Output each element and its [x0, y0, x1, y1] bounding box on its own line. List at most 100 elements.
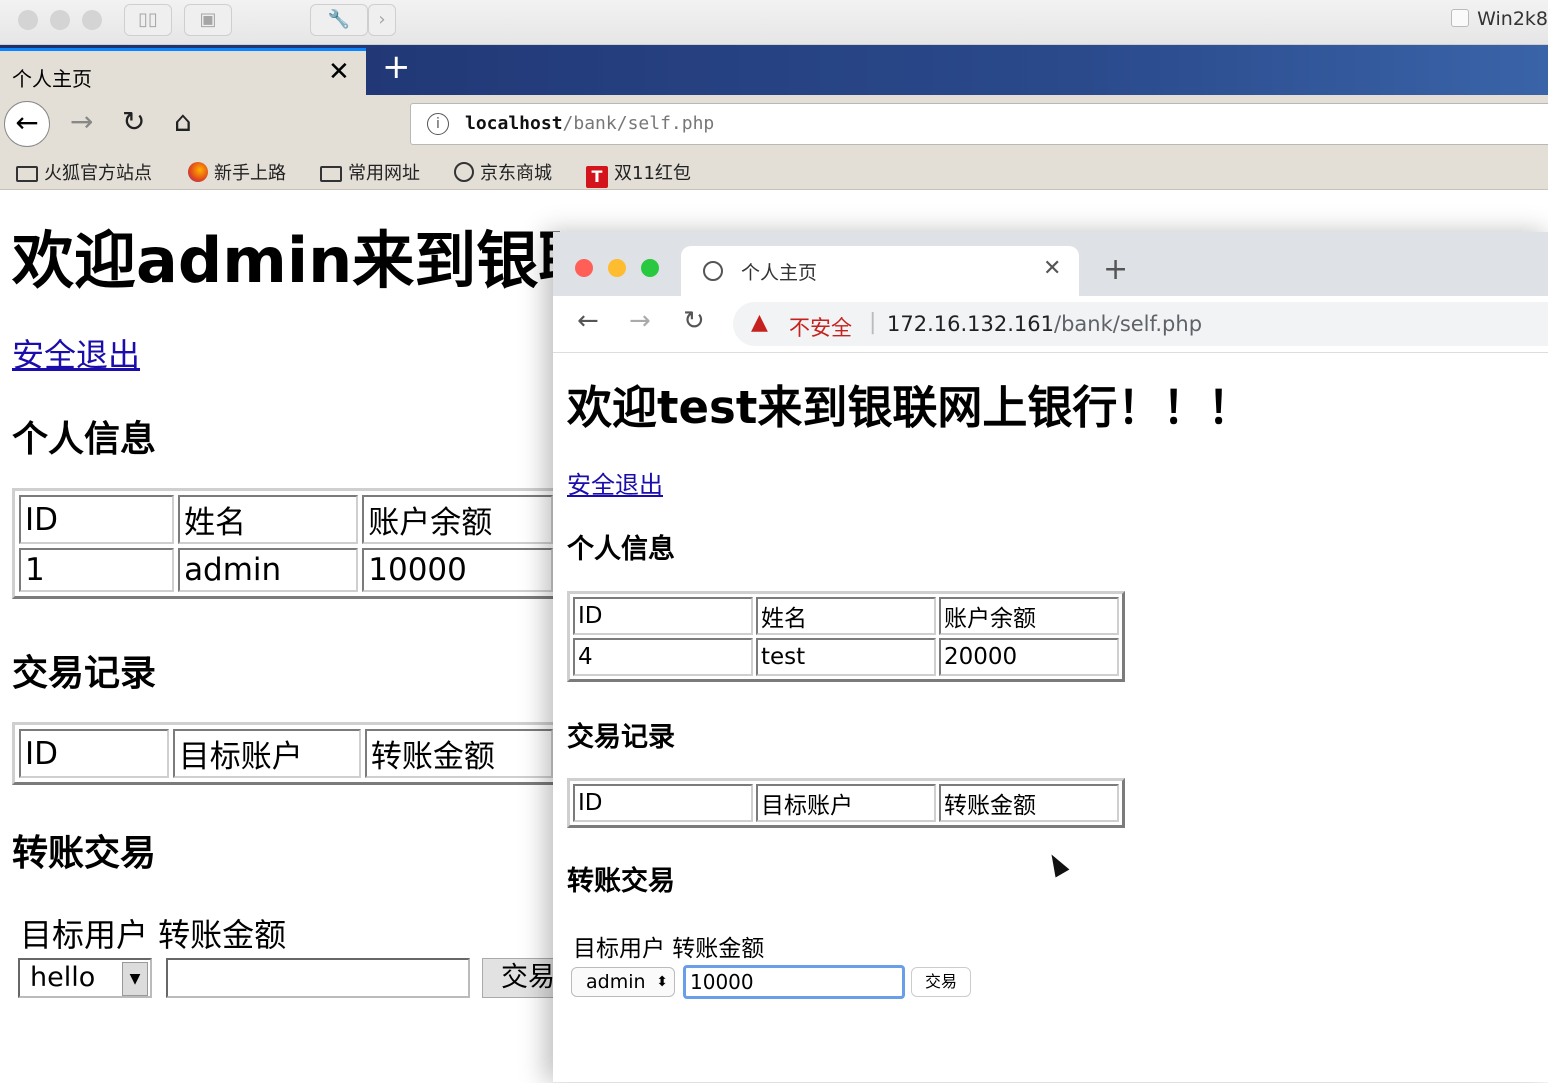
table-cell: 10000 [362, 548, 553, 592]
table-header-cell: ID [19, 495, 175, 544]
forward-button[interactable]: → [70, 105, 93, 138]
logout-link[interactable]: 安全退出 [12, 330, 140, 376]
firefox-tab-strip: 个人主页 ✕ + [0, 45, 1548, 95]
table-header-cell: ID [19, 729, 169, 778]
transactions-table: ID 目标账户 转账金额 [12, 722, 560, 785]
table-row: ID 目标账户 转账金额 [573, 784, 1119, 822]
section-heading-info: 个人信息 [12, 419, 157, 460]
chrome-nav-bar: ← → ↻ ▲ 不安全 | 172.16.132.161/bank/self.p… [553, 296, 1548, 353]
section-heading-transfer: 转账交易 [12, 833, 157, 874]
back-button[interactable]: ← [4, 101, 50, 147]
bookmark-label: 火狐官方站点 [44, 163, 152, 184]
table-row: ID 姓名 账户余额 [573, 597, 1119, 635]
chrome-window: 个人主页 ✕ + ← → ↻ ▲ 不安全 | 172.16.132.161/ba… [553, 232, 1548, 1082]
table-header-cell: 转账金额 [364, 729, 553, 778]
transactions-table: ID 目标账户 转账金额 [567, 778, 1125, 828]
new-tab-button[interactable]: + [382, 47, 411, 87]
table-cell: test [756, 638, 936, 676]
table-row: 1 admin 10000 [19, 548, 553, 592]
table-header-cell: 转账金额 [939, 784, 1119, 822]
firefox-icon [188, 162, 208, 182]
close-icon[interactable]: ✕ [1043, 256, 1061, 281]
table-row: 4 test 20000 [573, 638, 1119, 676]
table-header-cell: 姓名 [178, 495, 359, 544]
host-window-dot[interactable] [82, 10, 102, 30]
bookmark-label: 常用网址 [348, 163, 420, 184]
submit-button[interactable]: 交易 [911, 967, 971, 997]
vm-name: Win2k8 [1451, 8, 1548, 30]
forward-button[interactable]: → [629, 306, 651, 336]
bookmark-item[interactable]: T 双11红包 [586, 159, 691, 188]
wrench-icon[interactable]: 🔧 [310, 4, 368, 36]
amount-input[interactable]: 10000 [683, 965, 905, 999]
firefox-tab-title: 个人主页 [12, 67, 92, 91]
close-icon[interactable]: ✕ [328, 57, 350, 87]
close-window-button[interactable] [575, 259, 593, 277]
security-label[interactable]: 不安全 [789, 312, 852, 342]
tmall-icon: T [586, 166, 608, 188]
amount-input[interactable] [166, 958, 470, 998]
target-user-select[interactable]: hello ▼ [18, 958, 152, 998]
page-title: 欢迎test来到银联网上银行！！！ [567, 381, 1253, 434]
firefox-tab[interactable]: 个人主页 ✕ [0, 48, 366, 95]
chevron-updown-icon[interactable]: ⬍ [656, 968, 668, 996]
table-header-cell: ID [573, 784, 753, 822]
bookmark-label: 双11红包 [614, 163, 691, 184]
warning-icon[interactable]: ▲ [751, 310, 768, 335]
info-table: ID 姓名 账户余额 1 admin 10000 [12, 488, 560, 599]
snapshot-icon[interactable]: ▣ [184, 4, 232, 36]
bookmark-label: 京东商城 [480, 163, 552, 184]
page-title: 欢迎admin来到银联网上银行！！！ [12, 224, 560, 297]
info-icon[interactable]: i [427, 113, 449, 135]
host-window-dot[interactable] [50, 10, 70, 30]
table-cell: 4 [573, 638, 753, 676]
bookmark-item[interactable]: 常用网址 [320, 159, 420, 185]
host-toolbar: ▯▯ ▣ 🔧 › Win2k8 [0, 0, 1548, 45]
table-header-cell: 账户余额 [362, 495, 553, 544]
url-text[interactable]: localhost/bank/self.php [465, 113, 714, 134]
chrome-page: 欢迎test来到银联网上银行！！！ 安全退出 个人信息 ID 姓名 账户余额 4… [553, 353, 1548, 1083]
bookmark-item[interactable]: 京东商城 [454, 159, 552, 185]
mouse-cursor-icon [1044, 850, 1070, 878]
chrome-omnibox[interactable]: ▲ 不安全 | 172.16.132.161/bank/self.php [733, 302, 1548, 346]
chrome-tab[interactable]: 个人主页 ✕ [681, 246, 1079, 296]
bookmark-item[interactable]: 火狐官方站点 [16, 159, 152, 185]
target-user-select[interactable]: admin ⬍ [571, 967, 675, 997]
reload-button[interactable]: ↻ [683, 306, 705, 336]
section-heading-info: 个人信息 [567, 534, 675, 565]
maximize-window-button[interactable] [641, 259, 659, 277]
bookmarks-bar: 火狐官方站点 新手上路 常用网址 京东商城 T 双11红包 [0, 153, 1548, 190]
reload-button[interactable]: ↻ [122, 105, 145, 138]
folder-icon [320, 166, 342, 182]
bookmark-label: 新手上路 [214, 163, 286, 184]
home-button[interactable]: ⌂ [174, 105, 192, 138]
select-value: admin [586, 971, 646, 993]
host-window-dot[interactable] [18, 10, 38, 30]
bookmark-item[interactable]: 新手上路 [188, 159, 286, 185]
chevron-down-icon[interactable]: ▼ [122, 962, 148, 996]
table-cell: 1 [19, 548, 175, 592]
section-heading-transfer: 转账交易 [567, 866, 675, 897]
table-cell: admin [178, 548, 359, 592]
vm-icon [1451, 9, 1470, 27]
url-text[interactable]: 172.16.132.161/bank/self.php [887, 312, 1202, 336]
submit-button[interactable]: 交易 [482, 958, 560, 998]
url-path: /bank/self.php [562, 113, 715, 134]
chrome-tab-title: 个人主页 [741, 262, 818, 284]
firefox-nav-bar: ← → ↻ ⌂ i localhost/bank/self.php [0, 95, 1548, 153]
firefox-url-bar[interactable]: i localhost/bank/self.php [410, 103, 1548, 145]
folder-icon [16, 166, 38, 182]
info-table: ID 姓名 账户余额 4 test 20000 [567, 591, 1125, 682]
table-header-cell: 姓名 [756, 597, 936, 635]
table-header-cell: 目标账户 [172, 729, 361, 778]
chrome-tab-strip: 个人主页 ✕ + [553, 232, 1548, 296]
table-row: ID 姓名 账户余额 [19, 495, 553, 544]
chevron-right-icon[interactable]: › [368, 4, 396, 36]
new-tab-button[interactable]: + [1103, 252, 1128, 287]
logout-link[interactable]: 安全退出 [567, 465, 663, 500]
pause-icon[interactable]: ▯▯ [124, 4, 172, 36]
minimize-window-button[interactable] [608, 259, 626, 277]
back-button[interactable]: ← [577, 306, 599, 336]
url-host: localhost [465, 113, 563, 134]
table-header-cell: 目标账户 [756, 784, 936, 822]
